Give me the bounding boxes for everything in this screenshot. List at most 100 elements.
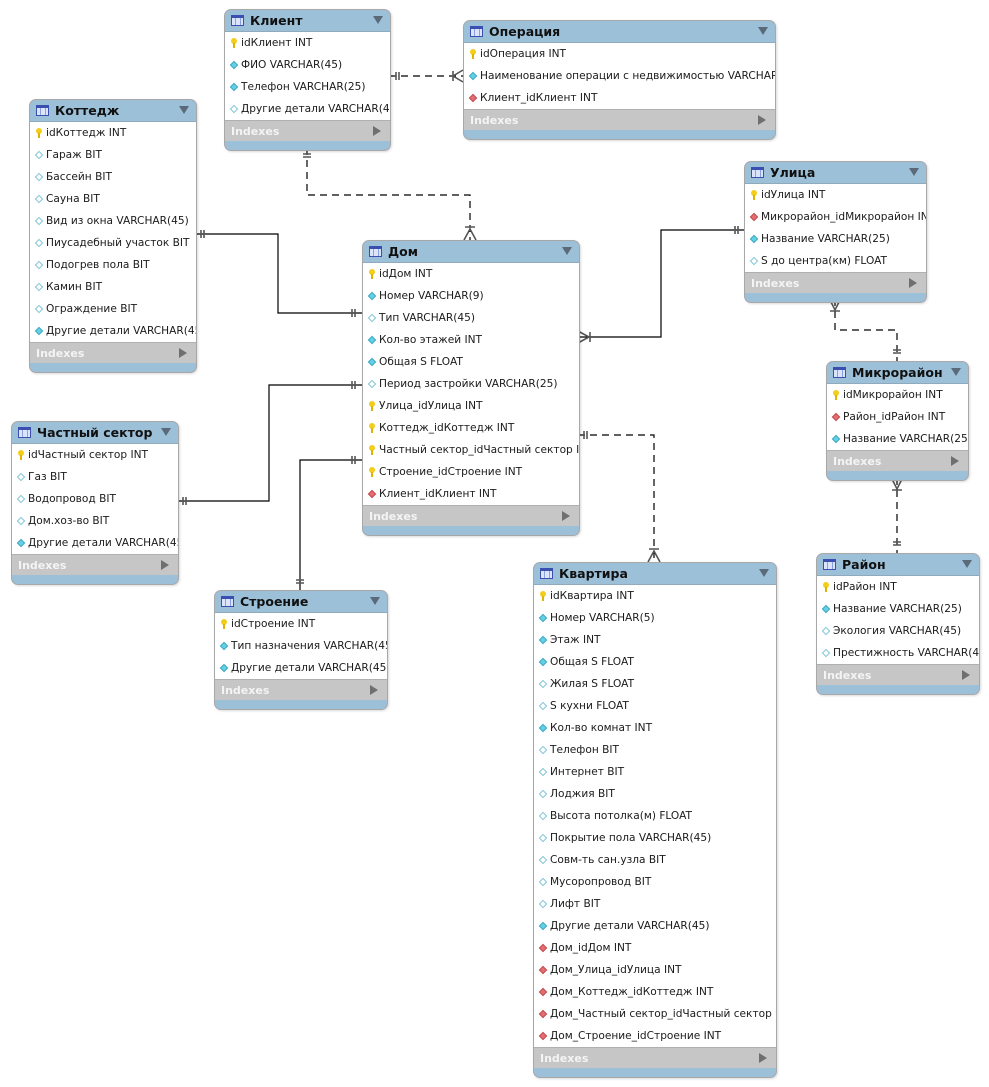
column-row[interactable]: idКоттедж INT: [30, 122, 196, 144]
column-row[interactable]: Лоджия BIT: [534, 783, 776, 805]
column-row[interactable]: Другие детали VARCHAR(45): [12, 532, 178, 554]
column-row[interactable]: Коттедж_idКоттедж INT: [363, 417, 579, 439]
column-row[interactable]: Дом_Частный сектор_idЧастный сектор INT: [534, 1003, 776, 1025]
column-row[interactable]: Дом.хоз-во BIT: [12, 510, 178, 532]
table-header[interactable]: Улица: [745, 162, 926, 183]
indexes-section[interactable]: Indexes: [12, 554, 178, 575]
expand-arrow-icon[interactable]: [759, 1053, 767, 1063]
relationship-ulica-dom[interactable]: [578, 229, 744, 338]
column-row[interactable]: S до центра(км) FLOAT: [745, 250, 926, 272]
collapse-caret-icon[interactable]: [373, 16, 383, 24]
collapse-caret-icon[interactable]: [759, 569, 769, 577]
column-row[interactable]: Название VARCHAR(25): [827, 428, 968, 450]
column-row[interactable]: Наименование операции с недвижимостью VA…: [464, 65, 775, 87]
table-header[interactable]: Строение: [215, 591, 387, 612]
indexes-section[interactable]: Indexes: [30, 342, 196, 363]
expand-arrow-icon[interactable]: [909, 278, 917, 288]
indexes-section[interactable]: Indexes: [363, 505, 579, 526]
column-row[interactable]: Этаж INT: [534, 629, 776, 651]
column-row[interactable]: Дом_Строение_idСтроение INT: [534, 1025, 776, 1047]
column-row[interactable]: Микрорайон_idМикрорайон INT: [745, 206, 926, 228]
column-row[interactable]: Период застройки VARCHAR(25): [363, 373, 579, 395]
column-row[interactable]: idКвартира INT: [534, 585, 776, 607]
column-row[interactable]: Мусоропровод BIT: [534, 871, 776, 893]
column-row[interactable]: Газ BIT: [12, 466, 178, 488]
column-row[interactable]: Другие детали VARCHAR(45): [215, 657, 387, 679]
indexes-section[interactable]: Indexes: [827, 450, 968, 471]
column-row[interactable]: Дом_Улица_idУлица INT: [534, 959, 776, 981]
column-row[interactable]: Дом_Коттедж_idКоттедж INT: [534, 981, 776, 1003]
indexes-section[interactable]: Indexes: [215, 679, 387, 700]
column-row[interactable]: Высота потолка(м) FLOAT: [534, 805, 776, 827]
collapse-caret-icon[interactable]: [161, 428, 171, 436]
table-chastny[interactable]: Частный сектор idЧастный сектор INT Газ BI…: [11, 421, 179, 585]
collapse-caret-icon[interactable]: [962, 560, 972, 568]
column-row[interactable]: Клиент_idКлиент INT: [464, 87, 775, 109]
table-ulica[interactable]: Улица idУлица INT Микрорайон_idМикрорайон …: [744, 161, 927, 303]
collapse-caret-icon[interactable]: [562, 247, 572, 255]
table-header[interactable]: Район: [817, 554, 979, 575]
collapse-caret-icon[interactable]: [909, 168, 919, 176]
expand-arrow-icon[interactable]: [373, 126, 381, 136]
relationship-mikrorayon-ulica[interactable]: [834, 299, 898, 361]
column-row[interactable]: Название VARCHAR(25): [745, 228, 926, 250]
column-row[interactable]: Название VARCHAR(25): [817, 598, 979, 620]
table-header[interactable]: Дом: [363, 241, 579, 262]
expand-arrow-icon[interactable]: [161, 560, 169, 570]
column-row[interactable]: Частный сектор_idЧастный сектор INT: [363, 439, 579, 461]
table-klient[interactable]: Клиент idКлиент INT ФИО VARCHAR(45) Телефон…: [224, 9, 391, 151]
column-row[interactable]: Другие детали VARCHAR(45): [225, 98, 390, 120]
indexes-section[interactable]: Indexes: [745, 272, 926, 293]
column-row[interactable]: Пиусадебный участок BIT: [30, 232, 196, 254]
column-row[interactable]: Жилая S FLOAT: [534, 673, 776, 695]
table-operaciya[interactable]: Операция idОперация INT Наименование опера…: [463, 20, 776, 140]
column-row[interactable]: Клиент_idКлиент INT: [363, 483, 579, 505]
expand-arrow-icon[interactable]: [962, 670, 970, 680]
table-header[interactable]: Операция: [464, 21, 775, 42]
column-row[interactable]: Тип VARCHAR(45): [363, 307, 579, 329]
expand-arrow-icon[interactable]: [370, 685, 378, 695]
table-header[interactable]: Частный сектор: [12, 422, 178, 443]
column-row[interactable]: Номер VARCHAR(9): [363, 285, 579, 307]
relationship-stroenie-dom[interactable]: [299, 459, 362, 590]
table-stroenie[interactable]: Строение idСтроение INT Тип назначения VAR…: [214, 590, 388, 710]
table-kvartira[interactable]: Квартира idКвартира INT Номер VARCHAR(5) Эт…: [533, 562, 777, 1078]
column-row[interactable]: Номер VARCHAR(5): [534, 607, 776, 629]
column-row[interactable]: Сауна BIT: [30, 188, 196, 210]
column-row[interactable]: idКлиент INT: [225, 32, 390, 54]
column-row[interactable]: idМикрорайон INT: [827, 384, 968, 406]
column-row[interactable]: Кол-во этажей INT: [363, 329, 579, 351]
expand-arrow-icon[interactable]: [562, 511, 570, 521]
column-row[interactable]: Интернет BIT: [534, 761, 776, 783]
column-row[interactable]: Совм-ть сан.узла BIT: [534, 849, 776, 871]
indexes-section[interactable]: Indexes: [225, 120, 390, 141]
column-row[interactable]: idЧастный сектор INT: [12, 444, 178, 466]
column-row[interactable]: Покрытие пола VARCHAR(45): [534, 827, 776, 849]
collapse-caret-icon[interactable]: [370, 597, 380, 605]
column-row[interactable]: Общая S FLOAT: [363, 351, 579, 373]
column-row[interactable]: Престижность VARCHAR(45): [817, 642, 979, 664]
column-row[interactable]: Экология VARCHAR(45): [817, 620, 979, 642]
table-header[interactable]: Квартира: [534, 563, 776, 584]
table-header[interactable]: Клиент: [225, 10, 390, 31]
column-row[interactable]: Другие детали VARCHAR(45): [534, 915, 776, 937]
column-row[interactable]: Камин BIT: [30, 276, 196, 298]
column-row[interactable]: ФИО VARCHAR(45): [225, 54, 390, 76]
column-row[interactable]: idУлица INT: [745, 184, 926, 206]
column-row[interactable]: Водопровод BIT: [12, 488, 178, 510]
column-row[interactable]: Ограждение BIT: [30, 298, 196, 320]
expand-arrow-icon[interactable]: [951, 456, 959, 466]
table-header[interactable]: Микрорайон: [827, 362, 968, 383]
relationship-dom-kvartira[interactable]: [578, 434, 655, 562]
collapse-caret-icon[interactable]: [951, 368, 961, 376]
column-row[interactable]: Другие детали VARCHAR(45): [30, 320, 196, 342]
column-row[interactable]: Бассейн BIT: [30, 166, 196, 188]
expand-arrow-icon[interactable]: [758, 115, 766, 125]
column-row[interactable]: S кухни FLOAT: [534, 695, 776, 717]
column-row[interactable]: Общая S FLOAT: [534, 651, 776, 673]
column-row[interactable]: Тип назначения VARCHAR(45): [215, 635, 387, 657]
expand-arrow-icon[interactable]: [179, 348, 187, 358]
column-row[interactable]: idРайон INT: [817, 576, 979, 598]
indexes-section[interactable]: Indexes: [464, 109, 775, 130]
table-kottedzh[interactable]: Коттедж idКоттедж INT Гараж BIT Бассейн BIT…: [29, 99, 197, 373]
